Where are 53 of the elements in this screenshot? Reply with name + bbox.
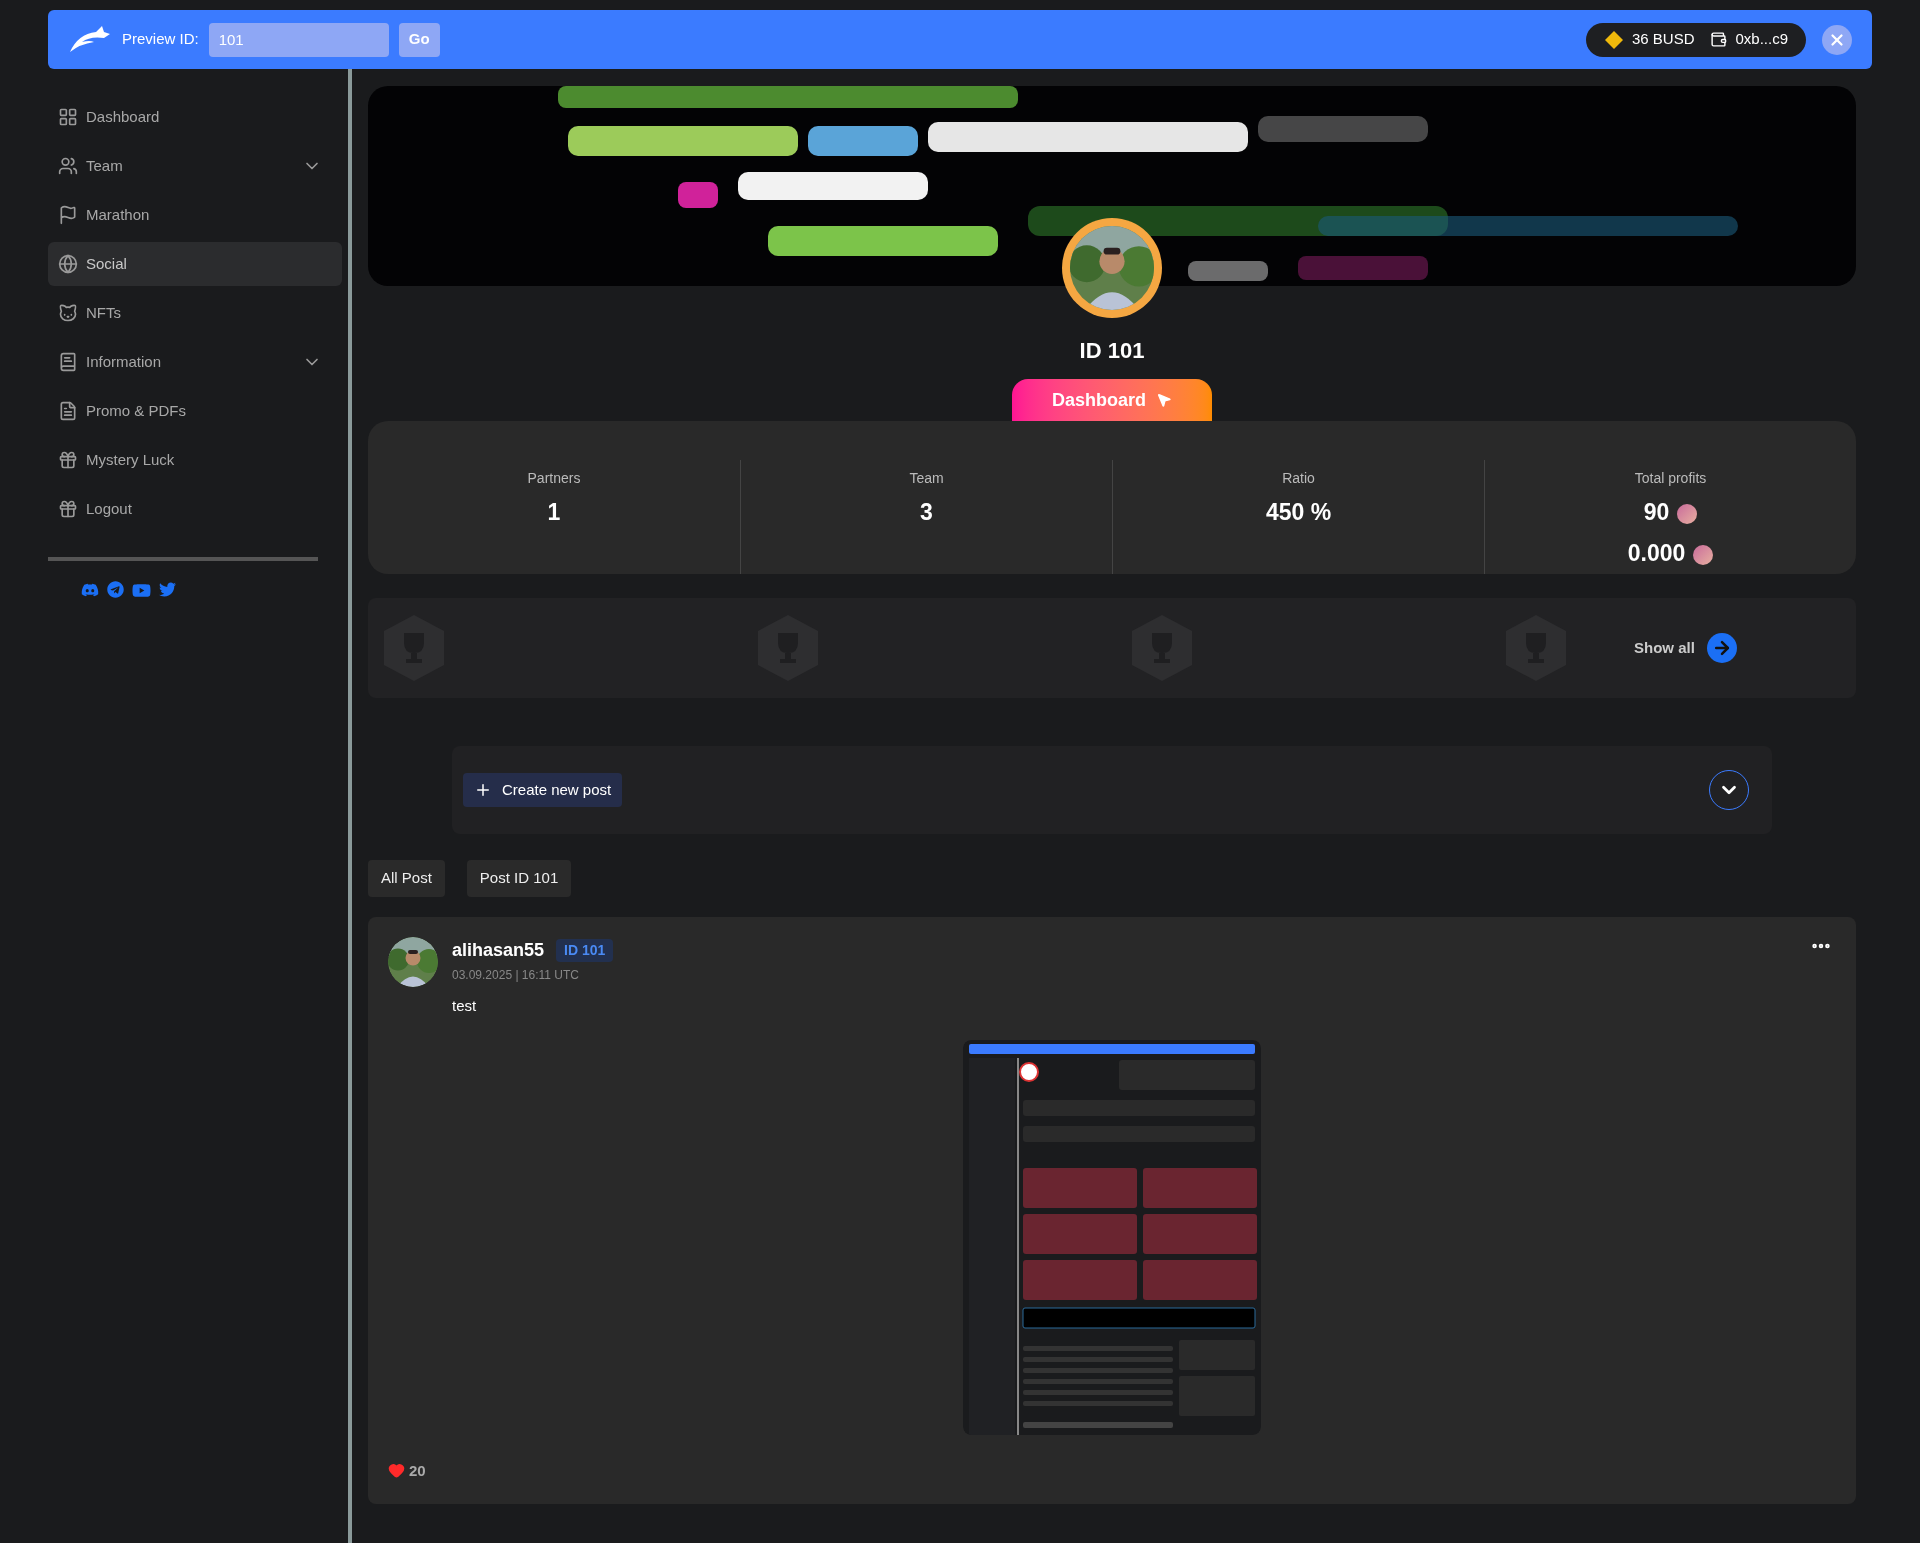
twitter-icon[interactable] — [159, 581, 176, 598]
cursor-icon — [1156, 392, 1172, 408]
sidebar-item[interactable]: Information — [48, 340, 342, 384]
coin-icon — [1677, 504, 1698, 525]
sidebar-item[interactable]: Marathon — [48, 193, 342, 237]
close-button[interactable] — [1822, 24, 1852, 55]
grid-icon — [58, 107, 78, 127]
telegram-icon[interactable] — [107, 581, 124, 598]
stat-label: Team — [909, 469, 944, 488]
heart-icon — [388, 1462, 405, 1480]
gift-icon — [58, 499, 78, 519]
wolf-logo-icon — [68, 25, 110, 54]
stat-value: 3 — [920, 498, 933, 527]
youtube-icon[interactable] — [132, 581, 151, 600]
sidebar-item[interactable]: Promo & PDFs — [48, 389, 342, 433]
sidebar-item[interactable]: Dashboard — [48, 95, 342, 139]
sidebar-item[interactable]: Mystery Luck — [48, 438, 342, 482]
like-button[interactable]: 20 — [388, 1459, 426, 1482]
filter-tab[interactable]: All Post — [368, 860, 445, 897]
coin-icon — [1603, 29, 1624, 50]
post-text: test — [452, 996, 477, 1016]
author-name: alihasan55 — [452, 939, 545, 962]
stat-value: 450 % — [1265, 498, 1332, 527]
wallet-icon — [1710, 31, 1728, 48]
balance-text: 36 BUSD — [1631, 29, 1695, 50]
sidebar-item[interactable]: Logout — [48, 487, 342, 531]
id-badge: ID 101 — [556, 939, 614, 962]
stat-label: Partners — [527, 469, 581, 488]
stat-value: 0.000 — [1627, 538, 1686, 568]
globe-icon — [58, 254, 78, 274]
sidebar-item[interactable]: NFTs — [48, 291, 342, 335]
post-timestamp: 03.09.2025 | 16:11 UTC — [452, 967, 580, 984]
wallet-address: 0xb...c9 — [1735, 29, 1788, 50]
stat-label: Ratio — [1282, 469, 1315, 488]
gift-icon — [58, 450, 78, 470]
stat-value: 1 — [547, 498, 561, 527]
preview-id-label: Preview ID: — [122, 29, 199, 50]
discord-icon[interactable] — [81, 581, 99, 599]
profile-id: ID 101 — [1079, 337, 1145, 365]
show-all-link[interactable]: Show all — [1634, 633, 1737, 663]
flag-icon — [58, 205, 78, 225]
stat-label: Total profits — [1634, 469, 1707, 488]
users-icon — [58, 156, 78, 176]
create-post-button[interactable]: Create new post — [463, 773, 623, 807]
stat-value: 90 — [1643, 498, 1670, 527]
file-icon — [58, 401, 78, 421]
coin-icon — [1693, 544, 1714, 565]
sidebar-item[interactable]: Team — [48, 144, 342, 188]
sidebar-item[interactable]: Social — [48, 242, 342, 286]
cat-icon — [58, 303, 78, 323]
plus-icon — [474, 781, 492, 799]
filter-tab[interactable]: Post ID 101 — [466, 860, 572, 897]
book-icon — [58, 352, 78, 372]
